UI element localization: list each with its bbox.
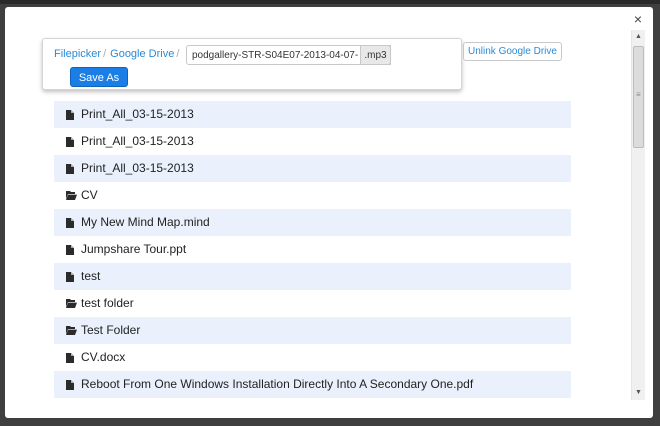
file-list: Print_All_03-15-2013 Print_All_03-15-2013… xyxy=(54,101,571,398)
folder-row[interactable]: CV xyxy=(54,182,571,209)
file-icon xyxy=(66,271,76,282)
grip-icon: ≡ xyxy=(636,90,641,99)
save-toolbar: Filepicker / Google Drive / podgallery-STR-… xyxy=(42,38,462,90)
folder-row[interactable]: Test Folder xyxy=(54,317,571,344)
breadcrumb-separator: / xyxy=(176,48,180,60)
page-backdrop xyxy=(0,0,660,4)
scroll-thumb[interactable]: ≡ xyxy=(633,46,644,148)
file-name-label: Jumpshare Tour.ppt xyxy=(81,242,187,256)
file-icon xyxy=(66,136,76,147)
scroll-up-arrow-icon[interactable]: ▲ xyxy=(632,31,645,43)
breadcrumb: Filepicker / Google Drive / xyxy=(54,48,183,60)
folder-open-icon xyxy=(66,326,77,336)
file-icon xyxy=(66,109,76,120)
unlink-google-drive-button[interactable]: Unlink Google Drive xyxy=(463,42,562,61)
file-row[interactable]: Reboot From One Windows Installation Dir… xyxy=(54,371,571,398)
file-name-label: Reboot From One Windows Installation Dir… xyxy=(81,377,474,391)
file-row[interactable]: CV.docx xyxy=(54,344,571,371)
file-name-label: test folder xyxy=(81,296,134,310)
breadcrumb-google-drive[interactable]: Google Drive xyxy=(110,48,174,60)
filepicker-dialog: × Filepicker / Google Drive / podgallery-ST… xyxy=(5,7,653,418)
file-row[interactable]: My New Mind Map.mind xyxy=(54,209,571,236)
file-icon xyxy=(66,379,76,390)
file-name-label: Print_All_03-15-2013 xyxy=(81,161,194,175)
scroll-down-arrow-icon[interactable]: ▼ xyxy=(632,387,645,399)
file-name-label: Print_All_03-15-2013 xyxy=(81,134,194,148)
file-row[interactable]: Print_All_03-15-2013 xyxy=(54,155,571,182)
scrollbar[interactable]: ▲ ≡ ▼ xyxy=(631,30,645,400)
folder-row[interactable]: test folder xyxy=(54,290,571,317)
folder-open-icon xyxy=(66,299,77,309)
file-name-label: My New Mind Map.mind xyxy=(81,215,210,229)
file-name-label: Print_All_03-15-2013 xyxy=(81,107,194,121)
file-extension-addon: .mp3 xyxy=(360,45,391,65)
file-row[interactable]: Print_All_03-15-2013 xyxy=(54,101,571,128)
file-icon xyxy=(66,163,76,174)
file-row[interactable]: Jumpshare Tour.ppt xyxy=(54,236,571,263)
file-icon xyxy=(66,217,76,228)
file-row[interactable]: test xyxy=(54,263,571,290)
breadcrumb-separator: / xyxy=(103,48,107,60)
save-as-button[interactable]: Save As xyxy=(70,67,128,87)
file-icon xyxy=(66,352,76,363)
close-icon[interactable]: × xyxy=(634,12,642,26)
file-icon xyxy=(66,244,76,255)
folder-open-icon xyxy=(66,191,77,201)
file-name-label: CV.docx xyxy=(81,350,126,364)
file-name-label: test xyxy=(81,269,101,283)
file-name-label: Test Folder xyxy=(81,323,141,337)
file-row[interactable]: Print_All_03-15-2013 xyxy=(54,128,571,155)
file-name-label: CV xyxy=(81,188,98,202)
breadcrumb-filepicker[interactable]: Filepicker xyxy=(54,48,101,60)
